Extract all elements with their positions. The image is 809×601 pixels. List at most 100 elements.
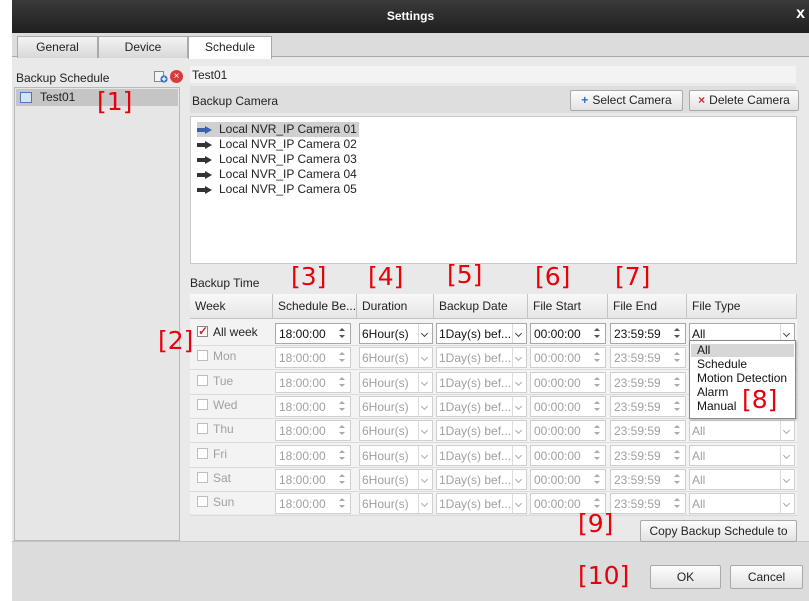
schedule-begin-spinner[interactable]: 18:00:00	[275, 444, 351, 466]
spinner-arrows-icon[interactable]	[669, 446, 685, 465]
spinner-arrows-icon[interactable]	[669, 397, 685, 416]
spinner-arrows-icon[interactable]	[589, 470, 605, 489]
duration-dropdown[interactable]: 6Hour(s)	[359, 468, 433, 490]
file-start-spinner[interactable]: 00:00:00	[530, 468, 606, 490]
chevron-down-icon[interactable]	[418, 372, 432, 392]
chevron-down-icon[interactable]	[780, 469, 794, 489]
chevron-down-icon[interactable]	[512, 469, 526, 489]
spinner-arrows-icon[interactable]	[669, 494, 685, 513]
chevron-down-icon[interactable]	[418, 348, 432, 368]
copy-schedule-button[interactable]: Copy Backup Schedule to	[640, 520, 797, 542]
list-item[interactable]: Local NVR_IP Camera 03	[197, 152, 357, 167]
dropdown-option[interactable]: Motion Detection	[691, 372, 794, 385]
schedule-begin-spinner[interactable]: 18:00:00	[275, 323, 351, 344]
list-item[interactable]: Local NVR_IP Camera 01	[197, 122, 359, 137]
spinner-arrows-icon[interactable]	[334, 494, 350, 513]
file-type-dropdown[interactable]: All	[689, 493, 795, 515]
add-schedule-icon[interactable]	[154, 71, 168, 83]
file-start-spinner[interactable]: 00:00:00	[530, 444, 606, 466]
chevron-down-icon[interactable]	[418, 324, 432, 343]
chevron-down-icon[interactable]	[418, 469, 432, 489]
schedule-begin-spinner[interactable]: 18:00:00	[275, 420, 351, 442]
spinner-arrows-icon[interactable]	[334, 348, 350, 367]
spinner-arrows-icon[interactable]	[669, 324, 685, 343]
spinner-arrows-icon[interactable]	[589, 373, 605, 392]
list-item[interactable]: Local NVR_IP Camera 05	[197, 182, 357, 197]
chevron-down-icon[interactable]	[512, 348, 526, 368]
spinner-arrows-icon[interactable]	[334, 373, 350, 392]
chevron-down-icon[interactable]	[512, 494, 526, 514]
backup-date-dropdown[interactable]: 1Day(s) bef...	[436, 444, 527, 466]
file-end-spinner[interactable]: 23:59:59	[610, 395, 686, 417]
backup-date-dropdown[interactable]: 1Day(s) bef...	[436, 347, 527, 369]
chevron-down-icon[interactable]	[512, 421, 526, 441]
spinner-arrows-icon[interactable]	[589, 397, 605, 416]
day-checkbox[interactable]	[197, 496, 208, 508]
file-end-spinner[interactable]: 23:59:59	[610, 347, 686, 369]
spinner-arrows-icon[interactable]	[669, 373, 685, 392]
duration-dropdown[interactable]: 6Hour(s)	[359, 395, 433, 417]
file-end-spinner[interactable]: 23:59:59	[610, 323, 686, 344]
day-checkbox[interactable]	[197, 447, 208, 459]
file-start-spinner[interactable]: 00:00:00	[530, 395, 606, 417]
file-end-spinner[interactable]: 23:59:59	[610, 444, 686, 466]
duration-dropdown[interactable]: 6Hour(s)	[359, 347, 433, 369]
file-end-spinner[interactable]: 23:59:59	[610, 493, 686, 515]
file-start-spinner[interactable]: 00:00:00	[530, 323, 606, 344]
spinner-arrows-icon[interactable]	[334, 324, 350, 343]
duration-dropdown[interactable]: 6Hour(s)	[359, 444, 433, 466]
backup-date-dropdown[interactable]: 1Day(s) bef...	[436, 420, 527, 442]
backup-date-dropdown[interactable]: 1Day(s) bef...	[436, 323, 527, 344]
spinner-arrows-icon[interactable]	[334, 446, 350, 465]
chevron-down-icon[interactable]	[512, 372, 526, 392]
duration-dropdown[interactable]: 6Hour(s)	[359, 323, 433, 344]
select-camera-button[interactable]: + Select Camera	[570, 90, 683, 111]
file-type-dropdown[interactable]: All	[689, 444, 795, 466]
schedule-begin-spinner[interactable]: 18:00:00	[275, 371, 351, 393]
tab-device[interactable]: Device	[98, 36, 188, 58]
file-start-spinner[interactable]: 00:00:00	[530, 347, 606, 369]
schedule-begin-spinner[interactable]: 18:00:00	[275, 493, 351, 515]
file-type-dropdown[interactable]: All	[689, 420, 795, 442]
spinner-arrows-icon[interactable]	[334, 470, 350, 489]
spinner-arrows-icon[interactable]	[589, 324, 605, 343]
file-type-dropdown[interactable]: All	[689, 468, 795, 490]
close-icon[interactable]: x	[796, 6, 805, 22]
file-end-spinner[interactable]: 23:59:59	[610, 371, 686, 393]
spinner-arrows-icon[interactable]	[589, 421, 605, 440]
dropdown-option[interactable]: Schedule	[691, 358, 794, 371]
chevron-down-icon[interactable]	[418, 445, 432, 465]
backup-date-dropdown[interactable]: 1Day(s) bef...	[436, 395, 527, 417]
list-item[interactable]: Local NVR_IP Camera 02	[197, 137, 357, 152]
chevron-down-icon[interactable]	[780, 494, 794, 514]
file-end-spinner[interactable]: 23:59:59	[610, 420, 686, 442]
schedule-begin-spinner[interactable]: 18:00:00	[275, 347, 351, 369]
spinner-arrows-icon[interactable]	[334, 397, 350, 416]
backup-date-dropdown[interactable]: 1Day(s) bef...	[436, 371, 527, 393]
chevron-down-icon[interactable]	[418, 396, 432, 416]
chevron-down-icon[interactable]	[512, 445, 526, 465]
file-end-spinner[interactable]: 23:59:59	[610, 468, 686, 490]
chevron-down-icon[interactable]	[780, 445, 794, 465]
day-checkbox[interactable]	[197, 350, 208, 362]
day-checkbox[interactable]	[197, 324, 208, 338]
chevron-down-icon[interactable]	[512, 324, 526, 343]
spinner-arrows-icon[interactable]	[669, 348, 685, 367]
schedule-begin-spinner[interactable]: 18:00:00	[275, 468, 351, 490]
day-checkbox[interactable]	[197, 398, 208, 410]
spinner-arrows-icon[interactable]	[589, 446, 605, 465]
list-item[interactable]: Local NVR_IP Camera 04	[197, 167, 357, 182]
chevron-down-icon[interactable]	[418, 494, 432, 514]
duration-dropdown[interactable]: 6Hour(s)	[359, 420, 433, 442]
tab-general[interactable]: General	[17, 36, 98, 58]
file-start-spinner[interactable]: 00:00:00	[530, 420, 606, 442]
backup-date-dropdown[interactable]: 1Day(s) bef...	[436, 493, 527, 515]
tab-schedule[interactable]: Schedule	[188, 36, 272, 59]
delete-schedule-icon[interactable]: ×	[170, 70, 183, 83]
day-checkbox[interactable]	[197, 423, 208, 435]
spinner-arrows-icon[interactable]	[669, 421, 685, 440]
schedule-begin-spinner[interactable]: 18:00:00	[275, 395, 351, 417]
backup-date-dropdown[interactable]: 1Day(s) bef...	[436, 468, 527, 490]
day-checkbox[interactable]	[197, 471, 208, 483]
ok-button[interactable]: OK	[650, 565, 721, 589]
